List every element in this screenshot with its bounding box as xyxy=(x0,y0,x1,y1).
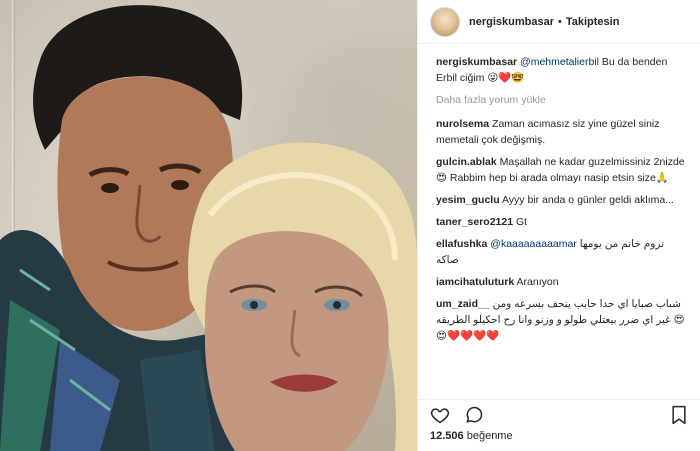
comment-item: ellafushka @kaaaaaaaaamar نروم خانم من ي… xyxy=(436,236,689,268)
bookmark-icon[interactable] xyxy=(669,405,689,425)
comment-text: Ayyy bir anda o günler geldi aklıma... xyxy=(501,194,674,206)
comment-username[interactable]: gulcin.ablak xyxy=(436,156,497,168)
photo-illustration xyxy=(0,5,417,451)
caption: nergiskumbasar @mehmetalierbil Bu da ben… xyxy=(436,54,689,86)
action-bar xyxy=(418,399,700,429)
comment-icon[interactable] xyxy=(464,405,484,425)
load-more-comments-link[interactable]: Daha fazla yorum yükle xyxy=(436,92,689,108)
comment-username[interactable]: ellafushka xyxy=(436,238,487,250)
comment-item: iamcihatuluturk Aranıyon xyxy=(436,274,689,290)
comment-item: nurolsema Zaman acımasız siz yine güzel … xyxy=(436,116,689,148)
post-header: nergiskumbasar • Takiptesin xyxy=(418,0,700,44)
avatar[interactable] xyxy=(430,6,460,37)
header-separator: • xyxy=(557,15,562,28)
likes-count[interactable]: 12.506 beğenme xyxy=(430,430,513,442)
comment-username[interactable]: iamcihatuluturk xyxy=(436,276,514,288)
comments-list[interactable]: nergiskumbasar @mehmetalierbil Bu da ben… xyxy=(418,44,700,399)
header-username[interactable]: nergiskumbasar xyxy=(469,16,554,28)
instagram-post: nergiskumbasar • Takiptesin nergiskumbas… xyxy=(0,0,700,451)
comment-username[interactable]: nurolsema xyxy=(436,118,489,130)
likes-number: 12.506 xyxy=(430,430,464,442)
comment-item: taner_sero2121 Gt xyxy=(436,214,689,230)
comment-item: gulcin.ablak Maşallah ne kadar guzelmiss… xyxy=(436,154,689,186)
caption-username[interactable]: nergiskumbasar xyxy=(436,56,517,68)
likes-label: beğenme xyxy=(466,430,513,442)
comment-username[interactable]: yesim_guclu xyxy=(436,194,500,206)
comment-text: Aranıyon xyxy=(516,276,559,288)
comment-username[interactable]: um_zaid__ xyxy=(436,298,490,310)
comment-item: yesim_guclu Ayyy bir anda o günler geldi… xyxy=(436,192,689,208)
post-photo[interactable] xyxy=(0,0,417,451)
caption-mention[interactable]: @mehmetalierbil xyxy=(520,56,599,68)
heart-icon[interactable] xyxy=(430,405,450,425)
comment-text: Gt xyxy=(515,216,528,228)
post-details-panel: nergiskumbasar • Takiptesin nergiskumbas… xyxy=(417,0,700,451)
comment-mention[interactable]: @kaaaaaaaaamar xyxy=(490,238,577,250)
follow-status[interactable]: Takiptesin xyxy=(566,16,620,28)
comment-item: um_zaid__ شباب صبايا اي حدا حابب ينحف بس… xyxy=(436,296,689,344)
comment-username[interactable]: taner_sero2121 xyxy=(436,216,513,228)
